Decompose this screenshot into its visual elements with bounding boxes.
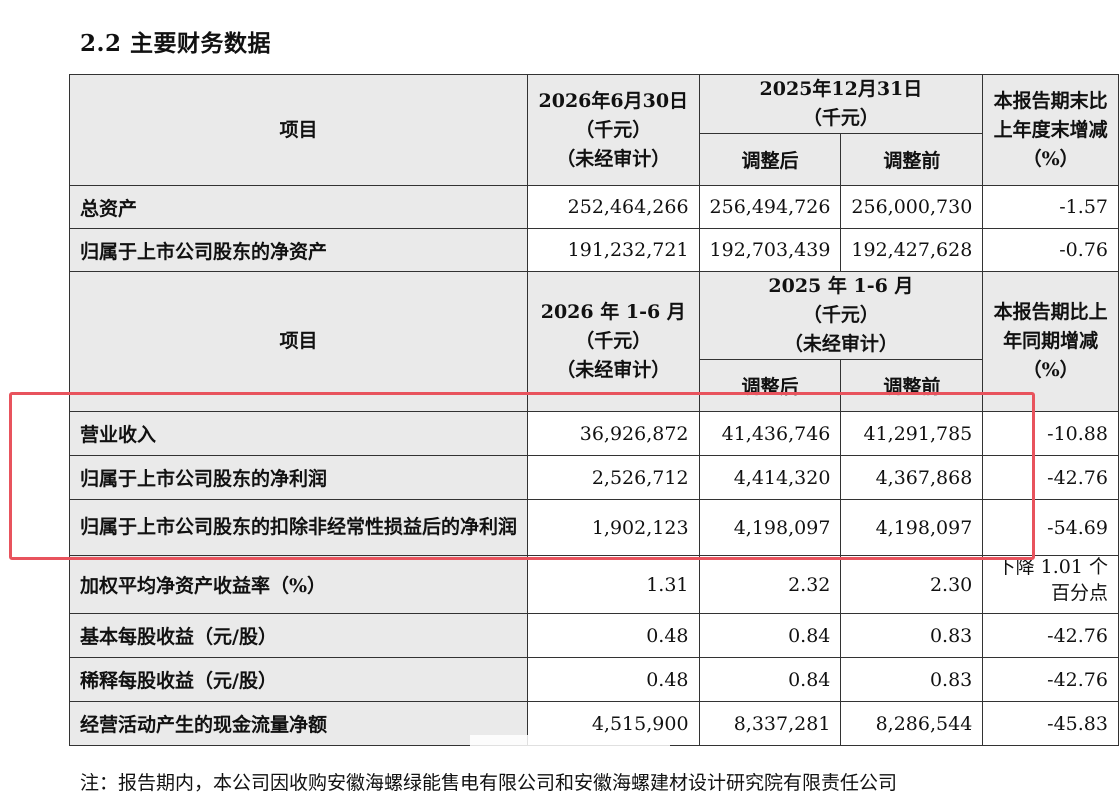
row-adjusted-before: 192,427,628 [840,228,984,272]
row-current: 252,464,266 [527,185,700,229]
header-prior-audit: （未经审计） [783,333,898,355]
row-adjusted-after: 256,494,726 [698,185,842,229]
row-change: -42.76 [982,657,1119,702]
row-label: 归属于上市公司股东的净资产 [68,228,529,272]
header-change: 本报告期比上 年同期增减 （%） [982,271,1119,412]
row-label: 稀释每股收益（元/股） [68,657,529,702]
header-prior-period: 2025年12月31日 （千元） [698,74,984,134]
header-change-line3: （%） [1022,359,1079,381]
footnote: 注：报告期内，本公司因收购安徽海螺绿能售电有限公司和安徽海螺建材设计研究院有限责… [80,772,898,794]
change-line2: 百分点 [1050,581,1108,604]
highlight-box [9,392,1035,560]
header-current-audit: （未经审计） [556,147,671,170]
header-prior-date: 2025年12月31日 [759,78,923,100]
row-adjusted-before: 8,286,544 [840,701,984,746]
header-change-line3: （%） [1022,147,1079,170]
row-current: 191,232,721 [527,228,700,272]
header-current-period: 2026年6月30日 （千元） （未经审计） [527,74,700,186]
row-adjusted-after: 8,337,281 [698,701,842,746]
header-change-line1: 本报告期末比 [993,89,1108,112]
row-current: 0.48 [527,613,700,658]
row-adjusted-after: 192,703,439 [698,228,842,272]
row-adjusted-before: 0.83 [840,613,984,658]
header-change-line1: 本报告期比上 [993,301,1108,323]
table-row: 加权平均净资产收益率（%） 1.31 2.32 2.30 下降 1.01 个 百… [68,555,1119,614]
row-change: 下降 1.01 个 百分点 [982,555,1119,614]
row-label: 总资产 [68,185,529,229]
row-adjusted-before: 2.30 [840,555,984,614]
header-change: 本报告期末比 上年度末增减 （%） [982,74,1119,186]
watermark [470,735,670,761]
row-adjusted-before: 0.83 [840,657,984,702]
row-change: -1.57 [982,185,1119,229]
row-change: -45.83 [982,701,1119,746]
row-adjusted-before: 256,000,730 [840,185,984,229]
header-current-date: 2026 年 1-6 月 [540,301,686,323]
header-adjusted-after: 调整后 [698,133,842,186]
row-label: 经营活动产生的现金流量净额 [68,701,529,746]
table-row: 稀释每股收益（元/股） 0.48 0.84 0.83 -42.76 [68,657,1119,702]
header-current-unit: （千元） [575,118,652,141]
header-current-unit: （千元） [575,330,652,352]
table-row: 归属于上市公司股东的净资产 191,232,721 192,703,439 19… [68,228,1119,272]
header-current-date: 2026年6月30日 [538,89,689,112]
header-prior-unit: （千元） [802,304,879,326]
header-prior-unit: （千元） [802,107,879,129]
row-label: 基本每股收益（元/股） [68,613,529,658]
table-row: 总资产 252,464,266 256,494,726 256,000,730 … [68,185,1119,229]
header-item: 项目 [68,74,529,186]
header-current-period: 2026 年 1-6 月 （千元） （未经审计） [527,271,700,412]
row-adjusted-after: 2.32 [698,555,842,614]
header-change-line2: 上年度末增减 [993,118,1108,141]
section-title: 2.2 主要财务数据 [80,30,272,57]
row-current: 1.31 [527,555,700,614]
row-current: 0.48 [527,657,700,702]
header-current-audit: （未经审计） [556,359,671,381]
row-change: -42.76 [982,613,1119,658]
row-label: 加权平均净资产收益率（%） [68,555,529,614]
header-prior-date: 2025 年 1-6 月 [768,275,914,297]
row-adjusted-after: 0.84 [698,613,842,658]
table-row: 基本每股收益（元/股） 0.48 0.84 0.83 -42.76 [68,613,1119,658]
header-change-line2: 年同期增减 [1003,330,1099,352]
row-change: -0.76 [982,228,1119,272]
header-adjusted-before: 调整前 [840,133,984,186]
header-prior-period: 2025 年 1-6 月 （千元） （未经审计） [698,271,984,360]
row-adjusted-after: 0.84 [698,657,842,702]
header-item: 项目 [68,271,529,412]
